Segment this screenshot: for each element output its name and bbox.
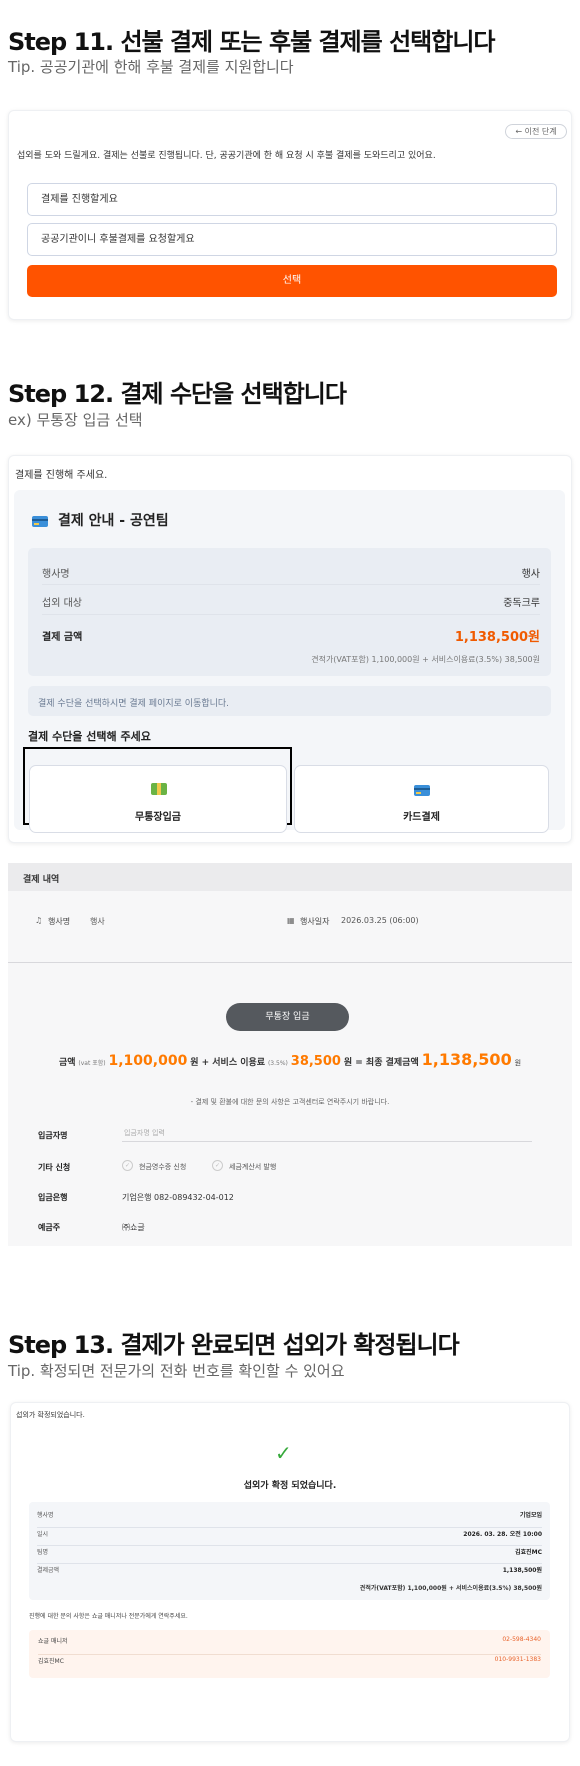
redirect-notice: 결제 수단을 선택하시면 결제 페이지로 이동합니다. bbox=[38, 699, 230, 709]
amount-prefix: 금액 bbox=[58, 1058, 76, 1068]
confirm-top-text: 섭외가 확정되었습니다. bbox=[16, 1411, 85, 1419]
method-label: 무통장입금 bbox=[135, 812, 181, 823]
method-prompt: 결제 수단을 선택해 주세요 bbox=[28, 730, 151, 743]
step13-tip: Tip. 확정되면 전문가의 전화 번호를 확인할 수 있어요 bbox=[8, 1362, 345, 1380]
step12-title: Step 12. 결제 수단을 선택합니다 bbox=[8, 380, 347, 408]
step12-sub: ex) 무통장 입금 선택 bbox=[8, 411, 143, 429]
bank-value: 기업은행 082-089432-04-012 bbox=[122, 1193, 234, 1202]
event-label: 행사명 bbox=[48, 917, 71, 926]
row-label: 결제금액 bbox=[37, 1567, 60, 1574]
card-icon bbox=[32, 516, 48, 527]
select-button[interactable]: 선택 bbox=[27, 265, 557, 297]
step11-message: 섭외를 도와 드릴게요. 결제는 선불로 진행됩니다. 단, 공공기관에 한 해… bbox=[17, 151, 436, 161]
contact-phone[interactable]: 010-9931-1383 bbox=[495, 1656, 541, 1672]
method-card[interactable]: 카드결제 bbox=[294, 765, 549, 833]
extra-label: 기타 신청 bbox=[38, 1163, 71, 1172]
total: 1,138,500 bbox=[421, 1050, 512, 1069]
confirm-row-date: 일시 2026. 03. 28. 오전 10:00 bbox=[37, 1529, 542, 1545]
contact-row-manager: 쇼글 매니저 02-598-4340 bbox=[38, 1636, 541, 1652]
step12-prompt: 결제를 진행해 주세요. bbox=[15, 470, 108, 481]
row-value: 2026. 03. 28. 오전 10:00 bbox=[463, 1531, 542, 1538]
contact-label: 쇼글 매니저 bbox=[38, 1638, 68, 1645]
step11-title: Step 11. 선불 결제 또는 후불 결제를 선택합니다 bbox=[8, 28, 495, 56]
back-button[interactable]: ← 이전 단계 bbox=[505, 124, 567, 139]
row-label: 일시 bbox=[37, 1531, 49, 1538]
contact-phone[interactable]: 02-598-4340 bbox=[502, 1636, 541, 1652]
date-value: 2026.03.25 (06:00) bbox=[341, 916, 419, 925]
row-value: 김효진MC bbox=[515, 1549, 542, 1556]
row-label: 팀명 bbox=[37, 1549, 49, 1556]
payment-notice: - 결제 및 환불에 대한 문의 사항은 고객센터로 연락주시기 바랍니다. bbox=[190, 1098, 390, 1106]
confirm-amount-detail: 견적가(VAT포함) 1,100,000원 + 서비스이용료(3.5%) 38,… bbox=[359, 1585, 542, 1592]
amount-detail: 견적가(VAT포함) 1,100,000원 + 서비스이용료(3.5%) 38,… bbox=[311, 655, 540, 664]
option-pay-now[interactable]: 결제를 진행할게요 bbox=[27, 183, 557, 216]
confirm-row-amount: 결제금액 1,138,500원 bbox=[37, 1565, 542, 1581]
payment-guide-title: 결제 안내 - 공연팀 bbox=[58, 513, 169, 529]
amount-label: 결제 금액 bbox=[42, 632, 83, 643]
summary-row-amount: 결제 금액 1,138,500원 bbox=[42, 626, 540, 645]
date-label: 행사일자 bbox=[300, 917, 330, 926]
bank-label: 입금은행 bbox=[38, 1193, 68, 1202]
amount: 1,100,000 bbox=[108, 1053, 188, 1069]
vat-note: (vat 포함) bbox=[78, 1060, 106, 1067]
payment-detail-title: 결제 내역 bbox=[23, 875, 60, 885]
confirm-row-event: 행사명 기업모임 bbox=[37, 1510, 542, 1526]
payment-detail-header bbox=[8, 863, 572, 891]
holder-value: ㈜쇼글 bbox=[122, 1223, 145, 1232]
step13-title: Step 13. 결제가 완료되면 섭외가 확정됩니다 bbox=[8, 1331, 460, 1359]
contact-notice: 진행에 대한 문의 사항은 쇼글 매니저나 전문가에게 연락주세요. bbox=[29, 1613, 188, 1620]
calendar-icon: ▦ bbox=[287, 916, 295, 925]
method-label: 카드결제 bbox=[403, 812, 440, 823]
contact-label: 김효진MC bbox=[38, 1658, 64, 1665]
contact-row-mc: 김효진MC 010-9931-1383 bbox=[38, 1656, 541, 1672]
tax-invoice-checkbox[interactable]: ✓ bbox=[212, 1160, 223, 1171]
confirm-text: 섭외가 확정 되었습니다. bbox=[243, 1481, 337, 1491]
step11-tip: Tip. 공공기관에 한해 후불 결제를 지원합니다 bbox=[8, 58, 294, 76]
method-bank-transfer[interactable]: 무통장입금 bbox=[29, 765, 287, 833]
row-label: 행사명 bbox=[42, 569, 70, 580]
row-value: 중독크루 bbox=[503, 598, 540, 609]
music-icon: ♫ bbox=[35, 916, 43, 925]
summary-row-target: 섭외 대상 중독크루 bbox=[42, 594, 540, 609]
tax-invoice-label: 세금계산서 발행 bbox=[229, 1163, 277, 1171]
cash-receipt-checkbox[interactable]: ✓ bbox=[122, 1160, 133, 1171]
depositor-input[interactable]: 입금자명 입력 bbox=[122, 1126, 532, 1142]
card-icon bbox=[414, 785, 430, 796]
depositor-label: 입금자명 bbox=[38, 1131, 68, 1140]
won-eq-total: 원 = 최종 결제금액 bbox=[343, 1058, 419, 1068]
amount-value: 1,138,500원 bbox=[454, 630, 540, 645]
row-label: 행사명 bbox=[37, 1512, 54, 1519]
won: 원 bbox=[514, 1059, 522, 1067]
cash-icon bbox=[151, 783, 167, 795]
confirm-row-team: 팀명 김효진MC bbox=[37, 1547, 542, 1563]
summary-row-event: 행사명 행사 bbox=[42, 565, 540, 580]
bank-transfer-badge: 무통장 입금 bbox=[226, 1003, 349, 1031]
row-value: 기업모임 bbox=[519, 1512, 542, 1519]
row-label: 섭외 대상 bbox=[42, 598, 82, 609]
fee: 38,500 bbox=[290, 1054, 341, 1069]
option-deferred-payment[interactable]: 공공기관이니 후불결제를 요청할게요 bbox=[27, 223, 557, 256]
check-icon: ✓ bbox=[275, 1441, 292, 1465]
row-value: 행사 bbox=[521, 569, 540, 580]
fee-rate: (3.5%) bbox=[267, 1060, 288, 1067]
row-value: 1,138,500원 bbox=[502, 1567, 542, 1574]
amount-line: 금액 (vat 포함) 1,100,000 원 + 서비스 이용료 (3.5%)… bbox=[8, 1050, 572, 1069]
cash-receipt-label: 현금영수증 신청 bbox=[139, 1163, 187, 1171]
holder-label: 예금주 bbox=[38, 1223, 61, 1232]
event-value: 행사 bbox=[90, 917, 105, 926]
won-plus-fee: 원 + 서비스 이용료 bbox=[190, 1058, 266, 1068]
